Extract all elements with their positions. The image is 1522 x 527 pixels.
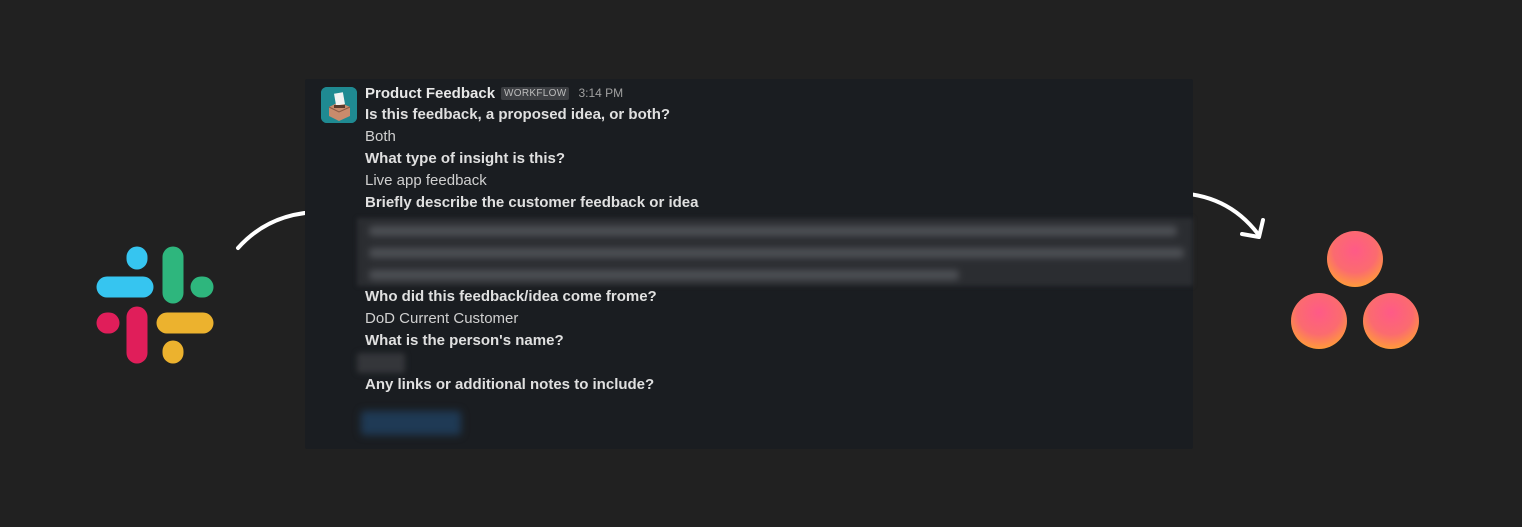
question-2: What type of insight is this?: [365, 150, 565, 167]
redacted-description: [357, 218, 1193, 286]
question-3: Briefly describe the customer feedback o…: [365, 194, 699, 211]
question-4: Who did this feedback/idea come frome?: [365, 288, 657, 305]
question-6: Any links or additional notes to include…: [365, 376, 655, 393]
workflow-badge: WORKFLOW: [501, 86, 570, 100]
ballot-box-icon: [321, 87, 357, 123]
slack-message-card: Product Feedback WORKFLOW 3:14 PM Is thi…: [305, 79, 1193, 449]
answer-4: DoD Current Customer: [365, 310, 519, 327]
slack-logo-icon: [96, 246, 214, 364]
answer-1: Both: [365, 128, 396, 145]
asana-logo-icon: [1291, 231, 1419, 349]
message-content: Product Feedback WORKFLOW 3:14 PM Is thi…: [357, 82, 1193, 396]
question-1: Is this feedback, a proposed idea, or bo…: [365, 106, 671, 123]
redacted-name: [357, 353, 405, 373]
redacted-link[interactable]: [361, 411, 461, 435]
answer-2: Live app feedback: [365, 172, 487, 189]
message-timestamp[interactable]: 3:14 PM: [578, 86, 623, 100]
question-5: What is the person's name?: [365, 332, 564, 349]
app-name[interactable]: Product Feedback: [365, 85, 495, 102]
